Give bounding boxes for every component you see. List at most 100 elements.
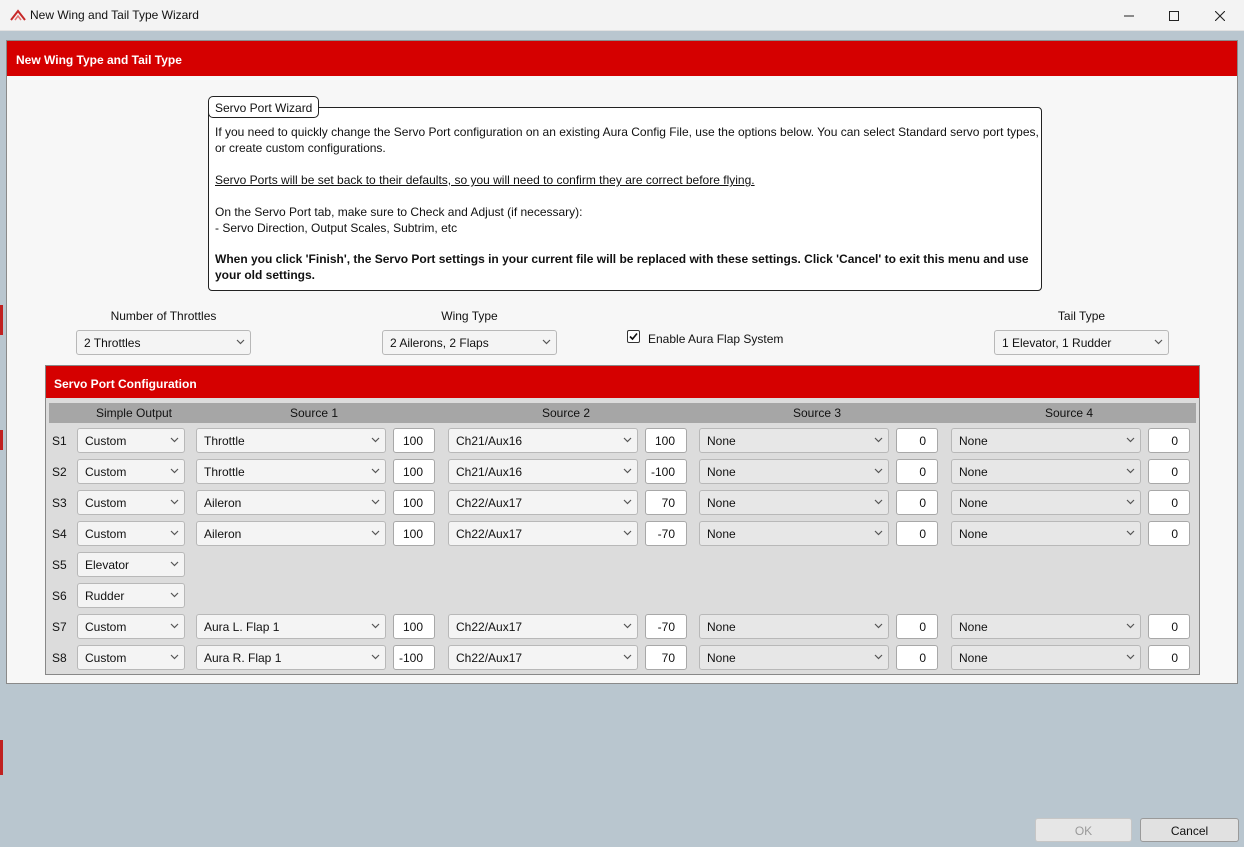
source-2-select[interactable]: Ch21/Aux16 (448, 428, 638, 453)
simple-output-select[interactable]: Custom (77, 428, 185, 453)
chevron-down-icon (371, 530, 380, 536)
flap-system-label: Enable Aura Flap System (648, 332, 784, 346)
source-1-select[interactable]: Aura L. Flap 1 (196, 614, 386, 639)
source-4-gain-input[interactable]: 0 (1148, 521, 1190, 546)
servo-config-panel: Servo Port Configuration Simple Output S… (45, 365, 1200, 675)
chevron-down-icon (170, 530, 179, 536)
source-3-gain-input[interactable]: 0 (896, 428, 938, 453)
source-4-select[interactable]: None (951, 428, 1141, 453)
servo-port-label: S6 (52, 589, 67, 603)
source-1-gain-input[interactable]: 100 (393, 521, 435, 546)
minimize-button[interactable] (1106, 0, 1152, 31)
source-3-gain-input[interactable]: 0 (896, 521, 938, 546)
source-3-gain-input[interactable]: 0 (896, 614, 938, 639)
source-1-gain-input[interactable]: 100 (393, 459, 435, 484)
source-2-select[interactable]: Ch21/Aux16 (448, 459, 638, 484)
source-2-gain-input[interactable]: -100 (645, 459, 687, 484)
tail-type-select[interactable]: 1 Elevator, 1 Rudder (994, 330, 1169, 355)
ok-button[interactable]: OK (1035, 818, 1132, 842)
chevron-down-icon (623, 468, 632, 474)
source-1-select[interactable]: Throttle (196, 428, 386, 453)
simple-output-select[interactable]: Custom (77, 459, 185, 484)
source-1-select[interactable]: Aileron (196, 521, 386, 546)
chevron-down-icon (874, 437, 883, 443)
simple-output-select[interactable]: Custom (77, 614, 185, 639)
source-3-gain-input[interactable]: 0 (896, 645, 938, 670)
chevron-down-icon (1126, 468, 1135, 474)
source-3-select[interactable]: None (699, 490, 889, 515)
chevron-down-icon (874, 623, 883, 629)
simple-output-select[interactable]: Rudder (77, 583, 185, 608)
source-2-select[interactable]: Ch22/Aux17 (448, 490, 638, 515)
source-2-select[interactable]: Ch22/Aux17 (448, 521, 638, 546)
chevron-down-icon (236, 339, 245, 345)
source-1-gain-input[interactable]: -100 (393, 645, 435, 670)
source-3-select[interactable]: None (699, 459, 889, 484)
source-2-select[interactable]: Ch22/Aux17 (448, 614, 638, 639)
simple-output-select[interactable]: Elevator (77, 552, 185, 577)
source-4-gain-input[interactable]: 0 (1148, 428, 1190, 453)
wizard-intro-line2: or create custom configurations. (215, 141, 386, 155)
chevron-down-icon (623, 530, 632, 536)
source-3-select[interactable]: None (699, 645, 889, 670)
source-3-gain-input[interactable]: 0 (896, 459, 938, 484)
chevron-down-icon (371, 623, 380, 629)
flap-system-checkbox[interactable] (627, 330, 640, 343)
window-title: New Wing and Tail Type Wizard (30, 8, 199, 22)
wizard-check-list: - Servo Direction, Output Scales, Subtri… (215, 221, 458, 235)
source-4-select[interactable]: None (951, 459, 1141, 484)
source-1-select[interactable]: Aileron (196, 490, 386, 515)
chevron-down-icon (170, 592, 179, 598)
source-1-select[interactable]: Throttle (196, 459, 386, 484)
wing-type-select[interactable]: 2 Ailerons, 2 Flaps (382, 330, 557, 355)
chevron-down-icon (170, 623, 179, 629)
servo-port-label: S8 (52, 651, 67, 665)
chevron-down-icon (542, 339, 551, 345)
throttles-select[interactable]: 2 Throttles (76, 330, 251, 355)
source-4-gain-input[interactable]: 0 (1148, 490, 1190, 515)
column-header-source-4: Source 4 (1044, 406, 1094, 420)
chevron-down-icon (623, 623, 632, 629)
column-header-source-1: Source 1 (289, 406, 339, 420)
checkmark-icon (629, 332, 638, 341)
chevron-down-icon (623, 437, 632, 443)
column-header-source-2: Source 2 (541, 406, 591, 420)
source-3-select[interactable]: None (699, 521, 889, 546)
wizard-finish-note-2: your old settings. (215, 268, 316, 282)
source-4-gain-input[interactable]: 0 (1148, 645, 1190, 670)
source-4-select[interactable]: None (951, 521, 1141, 546)
source-2-gain-input[interactable]: 70 (645, 645, 687, 670)
simple-output-select[interactable]: Custom (77, 645, 185, 670)
source-2-gain-input[interactable]: -70 (645, 614, 687, 639)
source-2-gain-input[interactable]: 100 (645, 428, 687, 453)
servo-port-label: S5 (52, 558, 67, 572)
servo-column-headers: Simple Output Source 1 Source 2 Source 3… (49, 403, 1196, 423)
source-4-select[interactable]: None (951, 614, 1141, 639)
background-window-edge (0, 740, 3, 775)
source-1-gain-input[interactable]: 100 (393, 490, 435, 515)
source-4-select[interactable]: None (951, 490, 1141, 515)
source-3-select[interactable]: None (699, 614, 889, 639)
cancel-button[interactable]: Cancel (1140, 818, 1239, 842)
source-4-gain-input[interactable]: 0 (1148, 459, 1190, 484)
source-2-gain-input[interactable]: -70 (645, 521, 687, 546)
maximize-button[interactable] (1151, 0, 1197, 31)
source-3-select[interactable]: None (699, 428, 889, 453)
source-4-gain-input[interactable]: 0 (1148, 614, 1190, 639)
source-4-select[interactable]: None (951, 645, 1141, 670)
maximize-icon (1169, 10, 1179, 21)
source-1-select[interactable]: Aura R. Flap 1 (196, 645, 386, 670)
source-1-gain-input[interactable]: 100 (393, 428, 435, 453)
source-2-gain-input[interactable]: 70 (645, 490, 687, 515)
wizard-panel: New Wing Type and Tail Type If you need … (6, 40, 1238, 684)
chevron-down-icon (371, 468, 380, 474)
chevron-down-icon (874, 530, 883, 536)
chevron-down-icon (371, 437, 380, 443)
simple-output-select[interactable]: Custom (77, 490, 185, 515)
close-button[interactable] (1197, 0, 1243, 31)
source-2-select[interactable]: Ch22/Aux17 (448, 645, 638, 670)
chevron-down-icon (874, 468, 883, 474)
simple-output-select[interactable]: Custom (77, 521, 185, 546)
source-3-gain-input[interactable]: 0 (896, 490, 938, 515)
source-1-gain-input[interactable]: 100 (393, 614, 435, 639)
